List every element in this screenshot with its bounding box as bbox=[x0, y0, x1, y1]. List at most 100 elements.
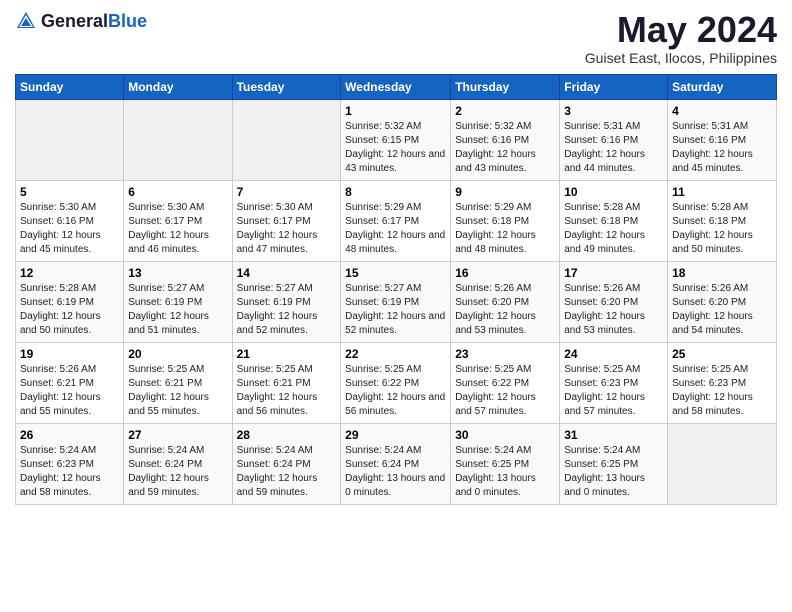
weekday-header-saturday: Saturday bbox=[668, 74, 777, 99]
day-number: 6 bbox=[128, 185, 227, 199]
calendar-day-cell: 10 Sunrise: 5:28 AM Sunset: 6:18 PM Dayli… bbox=[560, 180, 668, 261]
day-number: 25 bbox=[672, 347, 772, 361]
calendar-day-cell bbox=[124, 99, 232, 180]
day-info: Sunrise: 5:31 AM Sunset: 6:16 PM Dayligh… bbox=[672, 120, 772, 176]
day-info: Sunrise: 5:24 AM Sunset: 6:25 PM Dayligh… bbox=[455, 444, 555, 500]
calendar-day-cell: 25 Sunrise: 5:25 AM Sunset: 6:23 PM Dayli… bbox=[668, 342, 777, 423]
day-info: Sunrise: 5:29 AM Sunset: 6:18 PM Dayligh… bbox=[455, 201, 555, 257]
calendar-week-row: 12Sunrise: 5:28 AM Sunset: 6:19 PM Dayli… bbox=[16, 261, 777, 342]
calendar-day-cell bbox=[232, 99, 341, 180]
day-info: Sunrise: 5:25 AM Sunset: 6:23 PM Dayligh… bbox=[564, 363, 663, 419]
calendar-day-cell: 19 Sunrise: 5:26 AM Sunset: 6:21 PM Dayli… bbox=[16, 342, 124, 423]
day-info: Sunrise: 5:26 AM Sunset: 6:21 PM Dayligh… bbox=[20, 363, 119, 419]
day-info: Sunrise: 5:29 AM Sunset: 6:17 PM Dayligh… bbox=[345, 201, 446, 257]
day-info: Sunrise: 5:25 AM Sunset: 6:22 PM Dayligh… bbox=[345, 363, 446, 419]
day-info: Sunrise: 5:28 AM Sunset: 6:18 PM Dayligh… bbox=[564, 201, 663, 257]
day-info: Sunrise: 5:27 AM Sunset: 6:19 PM Dayligh… bbox=[345, 282, 446, 338]
day-info: Sunrise: 5:30 AM Sunset: 6:16 PM Dayligh… bbox=[20, 201, 119, 257]
day-info: Sunrise: 5:25 AM Sunset: 6:23 PM Dayligh… bbox=[672, 363, 772, 419]
calendar-day-cell bbox=[16, 99, 124, 180]
day-number: 22 bbox=[345, 347, 446, 361]
day-number: 8 bbox=[345, 185, 446, 199]
day-number: 2 bbox=[455, 104, 555, 118]
day-info: Sunrise: 5:24 AM Sunset: 6:24 PM Dayligh… bbox=[237, 444, 337, 500]
day-info: Sunrise: 5:24 AM Sunset: 6:25 PM Dayligh… bbox=[564, 444, 663, 500]
day-info: Sunrise: 5:24 AM Sunset: 6:24 PM Dayligh… bbox=[128, 444, 227, 500]
day-number: 13 bbox=[128, 266, 227, 280]
day-number: 17 bbox=[564, 266, 663, 280]
logo: GeneralBlue bbox=[15, 10, 147, 32]
day-number: 31 bbox=[564, 428, 663, 442]
day-info: Sunrise: 5:28 AM Sunset: 6:18 PM Dayligh… bbox=[672, 201, 772, 257]
day-info: Sunrise: 5:25 AM Sunset: 6:21 PM Dayligh… bbox=[128, 363, 227, 419]
day-number: 14 bbox=[237, 266, 337, 280]
calendar-day-cell: 22 Sunrise: 5:25 AM Sunset: 6:22 PM Dayli… bbox=[341, 342, 451, 423]
day-number: 28 bbox=[237, 428, 337, 442]
calendar-day-cell: 21Sunrise: 5:25 AM Sunset: 6:21 PM Dayli… bbox=[232, 342, 341, 423]
calendar-day-cell: 11 Sunrise: 5:28 AM Sunset: 6:18 PM Dayli… bbox=[668, 180, 777, 261]
weekday-header-monday: Monday bbox=[124, 74, 232, 99]
calendar-day-cell: 7Sunrise: 5:30 AM Sunset: 6:17 PM Daylig… bbox=[232, 180, 341, 261]
calendar-day-cell: 28 Sunrise: 5:24 AM Sunset: 6:24 PM Dayli… bbox=[232, 423, 341, 504]
calendar-week-row: 1 Sunrise: 5:32 AM Sunset: 6:15 PM Daylig… bbox=[16, 99, 777, 180]
day-number: 1 bbox=[345, 104, 446, 118]
day-number: 11 bbox=[672, 185, 772, 199]
calendar-week-row: 5Sunrise: 5:30 AM Sunset: 6:16 PM Daylig… bbox=[16, 180, 777, 261]
calendar-day-cell: 4 Sunrise: 5:31 AM Sunset: 6:16 PM Daylig… bbox=[668, 99, 777, 180]
calendar-day-cell: 27 Sunrise: 5:24 AM Sunset: 6:24 PM Dayli… bbox=[124, 423, 232, 504]
day-number: 3 bbox=[564, 104, 663, 118]
calendar-day-cell: 2 Sunrise: 5:32 AM Sunset: 6:16 PM Daylig… bbox=[451, 99, 560, 180]
day-number: 29 bbox=[345, 428, 446, 442]
weekday-header-thursday: Thursday bbox=[451, 74, 560, 99]
day-number: 30 bbox=[455, 428, 555, 442]
day-number: 16 bbox=[455, 266, 555, 280]
calendar-day-cell: 31 Sunrise: 5:24 AM Sunset: 6:25 PM Dayli… bbox=[560, 423, 668, 504]
calendar-table: SundayMondayTuesdayWednesdayThursdayFrid… bbox=[15, 74, 777, 505]
logo-text-general: General bbox=[41, 11, 108, 31]
day-info: Sunrise: 5:32 AM Sunset: 6:15 PM Dayligh… bbox=[345, 120, 446, 176]
day-info: Sunrise: 5:26 AM Sunset: 6:20 PM Dayligh… bbox=[455, 282, 555, 338]
day-number: 19 bbox=[20, 347, 119, 361]
calendar-day-cell: 3Sunrise: 5:31 AM Sunset: 6:16 PM Daylig… bbox=[560, 99, 668, 180]
day-info: Sunrise: 5:26 AM Sunset: 6:20 PM Dayligh… bbox=[672, 282, 772, 338]
calendar-day-cell: 5Sunrise: 5:30 AM Sunset: 6:16 PM Daylig… bbox=[16, 180, 124, 261]
calendar-day-cell: 14Sunrise: 5:27 AM Sunset: 6:19 PM Dayli… bbox=[232, 261, 341, 342]
logo-text-blue: Blue bbox=[108, 11, 147, 31]
title-area: May 2024 Guiset East, Ilocos, Philippine… bbox=[585, 10, 777, 66]
weekday-header-sunday: Sunday bbox=[16, 74, 124, 99]
day-info: Sunrise: 5:27 AM Sunset: 6:19 PM Dayligh… bbox=[128, 282, 227, 338]
calendar-day-cell: 15 Sunrise: 5:27 AM Sunset: 6:19 PM Dayli… bbox=[341, 261, 451, 342]
weekday-header-row: SundayMondayTuesdayWednesdayThursdayFrid… bbox=[16, 74, 777, 99]
day-number: 21 bbox=[237, 347, 337, 361]
day-info: Sunrise: 5:32 AM Sunset: 6:16 PM Dayligh… bbox=[455, 120, 555, 176]
calendar-day-cell: 16 Sunrise: 5:26 AM Sunset: 6:20 PM Dayli… bbox=[451, 261, 560, 342]
day-info: Sunrise: 5:24 AM Sunset: 6:24 PM Dayligh… bbox=[345, 444, 446, 500]
calendar-day-cell: 13 Sunrise: 5:27 AM Sunset: 6:19 PM Dayli… bbox=[124, 261, 232, 342]
day-number: 7 bbox=[237, 185, 337, 199]
day-info: Sunrise: 5:25 AM Sunset: 6:22 PM Dayligh… bbox=[455, 363, 555, 419]
logo-icon bbox=[15, 10, 37, 32]
day-number: 18 bbox=[672, 266, 772, 280]
weekday-header-tuesday: Tuesday bbox=[232, 74, 341, 99]
day-info: Sunrise: 5:30 AM Sunset: 6:17 PM Dayligh… bbox=[128, 201, 227, 257]
calendar-day-cell: 17Sunrise: 5:26 AM Sunset: 6:20 PM Dayli… bbox=[560, 261, 668, 342]
day-number: 26 bbox=[20, 428, 119, 442]
calendar-week-row: 19 Sunrise: 5:26 AM Sunset: 6:21 PM Dayli… bbox=[16, 342, 777, 423]
day-number: 10 bbox=[564, 185, 663, 199]
day-number: 27 bbox=[128, 428, 227, 442]
day-number: 15 bbox=[345, 266, 446, 280]
weekday-header-friday: Friday bbox=[560, 74, 668, 99]
calendar-day-cell: 18 Sunrise: 5:26 AM Sunset: 6:20 PM Dayli… bbox=[668, 261, 777, 342]
calendar-day-cell: 8 Sunrise: 5:29 AM Sunset: 6:17 PM Daylig… bbox=[341, 180, 451, 261]
calendar-day-cell: 29 Sunrise: 5:24 AM Sunset: 6:24 PM Dayli… bbox=[341, 423, 451, 504]
calendar-day-cell: 12Sunrise: 5:28 AM Sunset: 6:19 PM Dayli… bbox=[16, 261, 124, 342]
calendar-day-cell: 23Sunrise: 5:25 AM Sunset: 6:22 PM Dayli… bbox=[451, 342, 560, 423]
location-title: Guiset East, Ilocos, Philippines bbox=[585, 50, 777, 66]
day-number: 4 bbox=[672, 104, 772, 118]
calendar-day-cell: 24 Sunrise: 5:25 AM Sunset: 6:23 PM Dayli… bbox=[560, 342, 668, 423]
day-info: Sunrise: 5:28 AM Sunset: 6:19 PM Dayligh… bbox=[20, 282, 119, 338]
calendar-week-row: 26Sunrise: 5:24 AM Sunset: 6:23 PM Dayli… bbox=[16, 423, 777, 504]
calendar-day-cell: 20Sunrise: 5:25 AM Sunset: 6:21 PM Dayli… bbox=[124, 342, 232, 423]
calendar-day-cell: 6 Sunrise: 5:30 AM Sunset: 6:17 PM Daylig… bbox=[124, 180, 232, 261]
day-number: 24 bbox=[564, 347, 663, 361]
